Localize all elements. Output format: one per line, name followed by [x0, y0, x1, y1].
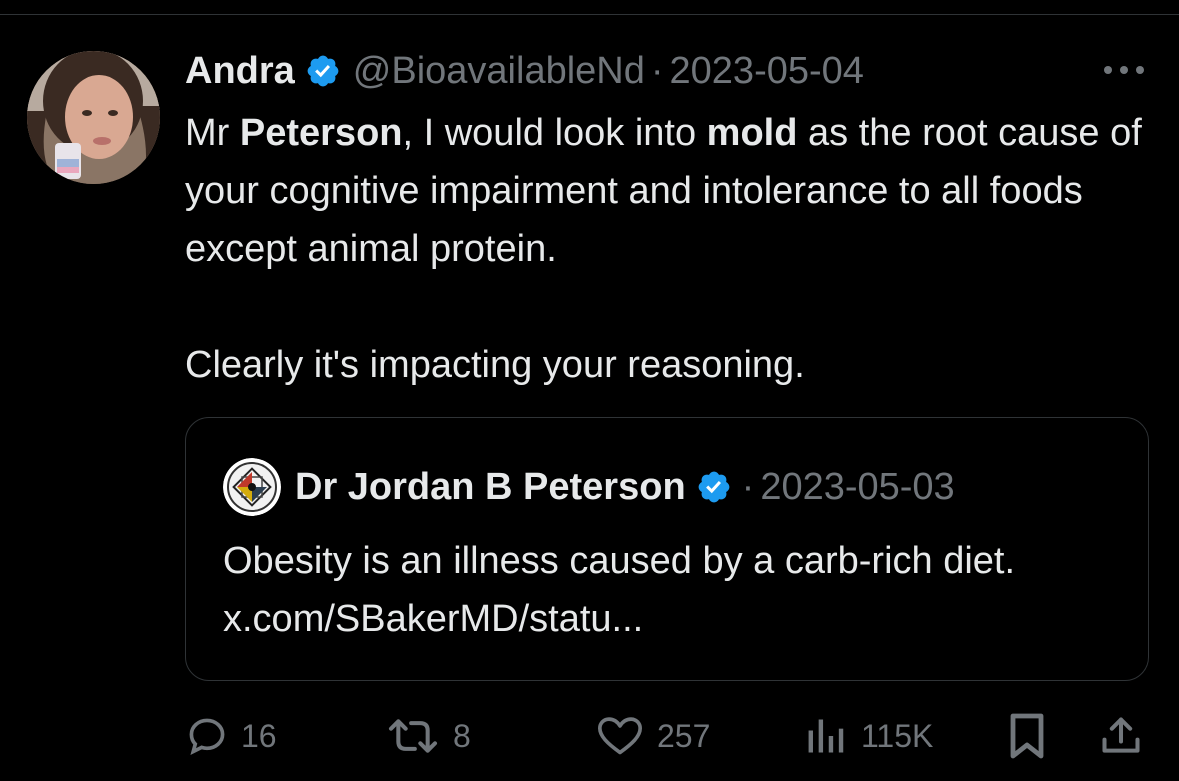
tweet-text-segment: , I would look into: [402, 112, 707, 154]
tweet-text-segment: Mr: [185, 112, 240, 154]
verified-badge-icon[interactable]: [696, 469, 732, 505]
quoted-tweet-date[interactable]: 2023-05-03: [760, 466, 954, 509]
top-divider: [0, 14, 1179, 15]
views-icon: [803, 714, 861, 758]
tweet-text-bold-mold: mold: [706, 112, 798, 154]
share-button[interactable]: [1099, 706, 1155, 766]
tweet-text-paragraph-1: Mr Peterson, I would look into mold as t…: [185, 104, 1160, 278]
quoted-author-avatar[interactable]: [223, 458, 281, 516]
author-display-name[interactable]: Andra: [185, 50, 295, 93]
action-bar: 16 8 257 115K: [185, 706, 1155, 766]
bookmark-button[interactable]: [1007, 706, 1059, 766]
share-icon: [1099, 713, 1155, 759]
verified-badge-icon[interactable]: [305, 53, 341, 89]
tweet-header: Andra @BioavailableNd · 2023-05-04: [185, 46, 864, 96]
author-avatar-image: [27, 51, 160, 184]
like-icon: [595, 714, 657, 758]
tweet-text-bold-peterson: Peterson: [239, 112, 403, 154]
tweet-text-paragraph-2: Clearly it's impacting your reasoning.: [185, 344, 805, 386]
like-count: 257: [657, 717, 711, 754]
retweet-count: 8: [453, 717, 471, 754]
reply-count: 16: [241, 717, 277, 754]
quoted-header-separator: ·: [741, 465, 755, 508]
tweet-text: Mr Peterson, I would look into mold as t…: [185, 104, 1160, 394]
more-horizontal-icon[interactable]: [1100, 60, 1148, 80]
reply-button[interactable]: 16: [185, 706, 277, 766]
quoted-tweet-header: Dr Jordan B Peterson · 2023-05-03: [223, 458, 955, 516]
author-handle[interactable]: @BioavailableNd: [353, 50, 645, 93]
tweet-date[interactable]: 2023-05-04: [670, 50, 864, 93]
retweet-button[interactable]: 8: [385, 706, 471, 766]
bookmark-icon: [1007, 712, 1059, 760]
quoted-tweet-card[interactable]: Dr Jordan B Peterson · 2023-05-03 Obesit…: [185, 417, 1149, 681]
quoted-author-display-name[interactable]: Dr Jordan B Peterson: [295, 466, 686, 509]
views-button[interactable]: 115K: [803, 706, 933, 766]
quoted-tweet-text: Obesity is an illness caused by a carb-r…: [223, 540, 1016, 640]
views-count: 115K: [861, 717, 934, 754]
like-button[interactable]: 257: [595, 706, 710, 766]
author-avatar[interactable]: [27, 51, 160, 184]
retweet-icon: [385, 714, 453, 758]
header-separator: ·: [650, 49, 664, 92]
reply-icon: [185, 714, 241, 758]
